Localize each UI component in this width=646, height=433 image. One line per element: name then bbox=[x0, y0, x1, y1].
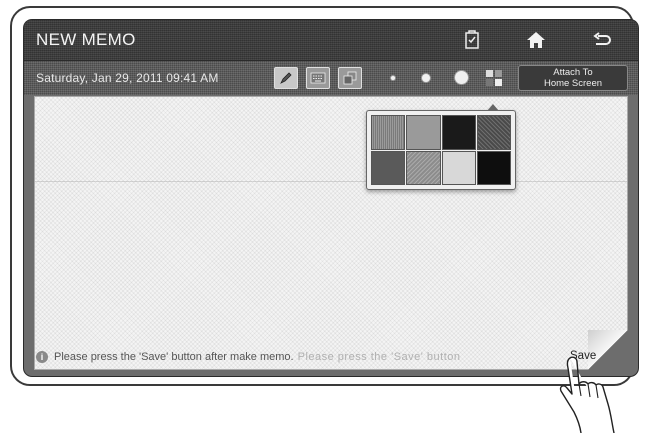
color-swatch[interactable] bbox=[371, 115, 406, 150]
attach-button-line1: Attach To bbox=[553, 67, 593, 78]
attach-to-home-screen-button[interactable]: Attach To Home Screen bbox=[518, 65, 628, 91]
info-icon: i bbox=[36, 351, 48, 363]
color-swatch[interactable] bbox=[476, 150, 511, 185]
hint-bar: i Please press the 'Save' button after m… bbox=[36, 348, 576, 366]
hint-text-faded: Please press the 'Save' button bbox=[297, 351, 461, 363]
keyboard-tool-button[interactable] bbox=[306, 67, 330, 89]
memo-datetime: Saturday, Jan 29, 2011 09:41 AM bbox=[36, 71, 219, 85]
back-icon[interactable] bbox=[590, 28, 614, 52]
window-title: NEW MEMO bbox=[36, 30, 136, 49]
device-frame: NEW MEMO Saturday, Jan 29, 2011 09:41 AM… bbox=[10, 6, 638, 386]
color-swatch[interactable] bbox=[371, 150, 406, 185]
layers-tool-icon bbox=[343, 71, 357, 85]
keyboard-tool-icon bbox=[310, 72, 326, 84]
toolbar: Saturday, Jan 29, 2011 09:41 AM Attach T… bbox=[24, 60, 638, 95]
color-swatch[interactable] bbox=[406, 115, 441, 150]
hint-text: Please press the 'Save' button after mak… bbox=[54, 351, 294, 363]
pointing-hand-icon bbox=[559, 356, 615, 433]
brush-size-medium[interactable] bbox=[421, 73, 431, 83]
attach-button-line2: Home Screen bbox=[543, 78, 603, 89]
memo-rule-line bbox=[35, 181, 627, 182]
home-icon[interactable] bbox=[524, 28, 548, 52]
memo-canvas[interactable] bbox=[34, 96, 628, 370]
color-palette-popup bbox=[366, 104, 516, 190]
color-swatch[interactable] bbox=[406, 150, 441, 185]
color-swatch[interactable] bbox=[476, 115, 511, 150]
memo-clip-icon[interactable] bbox=[460, 28, 484, 52]
brush-size-small[interactable] bbox=[390, 75, 396, 81]
color-swatch[interactable] bbox=[441, 115, 476, 150]
title-bar: NEW MEMO bbox=[24, 20, 638, 60]
screen: NEW MEMO Saturday, Jan 29, 2011 09:41 AM… bbox=[24, 20, 638, 376]
brush-size-large[interactable] bbox=[454, 70, 469, 85]
layers-tool-button[interactable] bbox=[338, 67, 362, 89]
color-grid-icon[interactable] bbox=[486, 70, 502, 86]
pen-tool-icon bbox=[280, 72, 292, 84]
color-swatch[interactable] bbox=[441, 150, 476, 185]
pen-tool-button[interactable] bbox=[274, 67, 298, 89]
